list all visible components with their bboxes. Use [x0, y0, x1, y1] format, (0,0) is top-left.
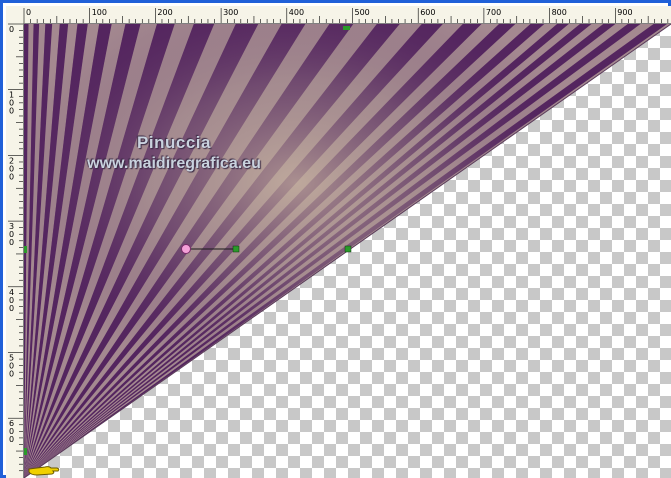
left-guide-marker[interactable]: [24, 246, 27, 253]
canvas-image: [24, 24, 671, 478]
ruler-label: 900: [617, 8, 632, 17]
ruler-label: 200: [157, 8, 172, 17]
ruler-label: 0: [9, 107, 14, 116]
ruler-label: 100: [92, 8, 107, 17]
ruler-label: 0: [9, 238, 14, 247]
horizontal-ruler[interactable]: 0 100 200 300 400 500 600 700 800 900: [6, 6, 671, 24]
top-guide-marker[interactable]: [343, 26, 350, 30]
ruler-label: 800: [552, 8, 567, 17]
left-guide-marker-bottom[interactable]: [24, 448, 27, 455]
vertical-ruler[interactable]: 0100200300400500600: [6, 23, 24, 478]
horizontal-ruler-ticks: 0 100 200 300 400 500 600 700 800 900: [23, 8, 669, 23]
pointing-hand-icon: [28, 466, 60, 476]
ruler-label: 0: [9, 370, 14, 379]
image-canvas[interactable]: Pinuccia www.maidiregrafica.eu: [24, 24, 671, 478]
vertical-ruler-ticks: 0100200300400500600: [8, 23, 23, 472]
ruler-label: 0: [26, 8, 31, 17]
ruler-label: 0: [9, 172, 14, 181]
rotation-handle-icon[interactable]: [181, 244, 191, 254]
ruler-label: 0: [9, 25, 14, 34]
ruler-label: 400: [289, 8, 304, 17]
ruler-label: 500: [355, 8, 370, 17]
center-handle[interactable]: [232, 245, 240, 253]
ruler-label: 0: [9, 435, 14, 444]
ruler-label: 600: [420, 8, 435, 17]
ruler-label: 700: [486, 8, 501, 17]
ruler-label: 0: [9, 304, 14, 313]
ruler-label: 300: [223, 8, 238, 17]
image-window: 0 100 200 300 400 500 600 700 800 900 0 100 200 300 4…: [0, 0, 671, 478]
edge-handle[interactable]: [344, 245, 352, 253]
